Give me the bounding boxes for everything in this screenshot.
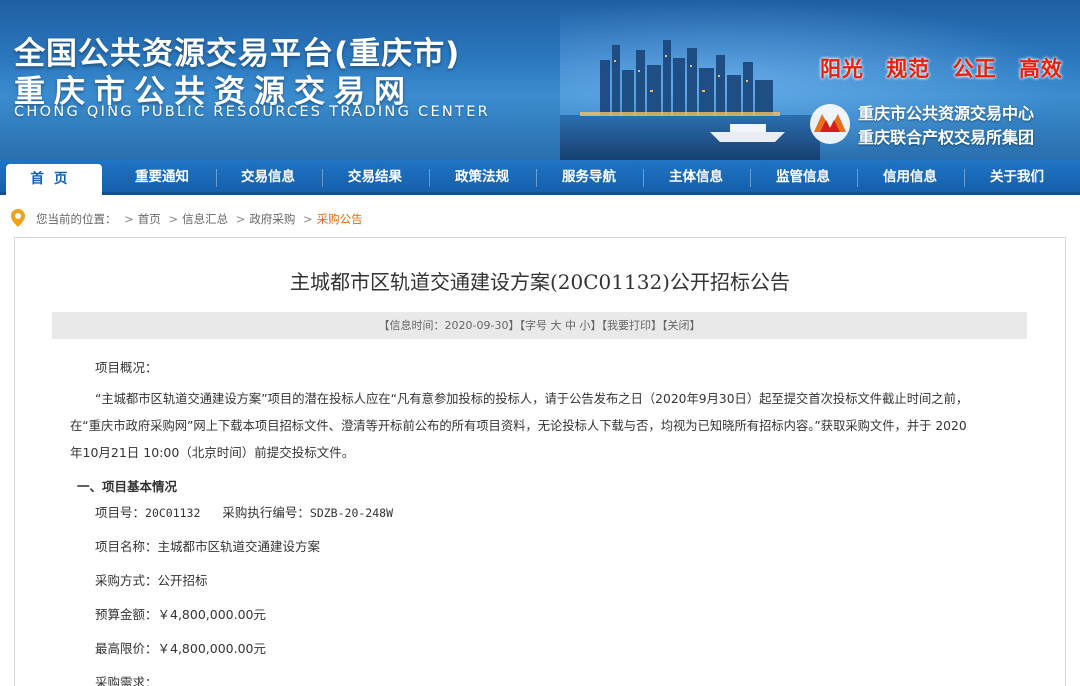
location-pin-icon [11, 209, 25, 227]
font-size-label: 【字号 [519, 319, 547, 332]
breadcrumb-prefix: 您当前的位置： [36, 212, 117, 226]
print-link[interactable]: 【我要打印】 [601, 319, 662, 332]
nav-divider [750, 169, 751, 187]
overview-paragraph-line: 在“重庆市政府采购网”网上下载本项目招标文件、澄清等开标前公布的所有项目资料，无… [70, 419, 967, 433]
nav-divider [216, 169, 217, 187]
info-time-close: 】 [508, 319, 520, 332]
nav-item-about-us[interactable]: 关于我们 [967, 160, 1067, 195]
font-size-large-link[interactable]: 大 [550, 319, 561, 332]
slogan: 阳光 规范 公正 高效 [820, 53, 1077, 83]
nav-item-policies[interactable]: 政策法规 [432, 160, 532, 195]
font-size-small-link[interactable]: 小 [579, 319, 590, 332]
exec-number-label: 采购执行编号： [222, 505, 310, 520]
nav-divider [322, 169, 323, 187]
nav-item-service-guide[interactable]: 服务导航 [539, 160, 639, 195]
close-link[interactable]: 【关闭】 [662, 319, 701, 332]
breadcrumb-link-home[interactable]: 首页 [138, 212, 161, 226]
org-name-line2: 重庆联合产权交易所集团 [858, 128, 1035, 147]
main-nav: 首页 重要通知 交易信息 交易结果 政策法规 服务导航 主体信息 监管信息 信用… [0, 160, 1080, 195]
info-time-value: 2020-09-30 [444, 319, 509, 332]
font-size-medium-link[interactable]: 中 [565, 319, 576, 332]
organization-logo-icon [810, 104, 850, 144]
nav-item-trade-info[interactable]: 交易信息 [218, 160, 318, 195]
article-info-bar: 【信息时间：2020-09-30】【字号 大 中 小】【我要打印】【关闭】 [52, 312, 1027, 339]
site-english-title: CHONG QING PUBLIC RESOURCES TRADING CENT… [14, 104, 491, 120]
breadcrumb-link-gov-procurement[interactable]: 政府采购 [249, 212, 295, 226]
overview-label: 项目概况： [95, 360, 158, 375]
info-time-label: 【信息时间： [378, 319, 445, 332]
breadcrumb-separator: > [168, 212, 179, 226]
nav-item-credit-info[interactable]: 信用信息 [860, 160, 960, 195]
city-skyline-image [560, 40, 820, 160]
breadcrumb-link-info-summary[interactable]: 信息汇总 [182, 212, 228, 226]
font-size-close: 】 [590, 319, 602, 332]
breadcrumb-current[interactable]: 采购公告 [317, 212, 363, 226]
max-price: 最高限价：￥4,800,000.00元 [95, 641, 266, 656]
overview-paragraph-line: “主城都市区轨道交通建设方案”项目的潜在投标人应在“凡有意参加投标的投标人，请于… [95, 392, 969, 406]
breadcrumb-separator: > [124, 212, 134, 226]
nav-divider [964, 169, 965, 187]
slogan-item: 规范 [886, 57, 931, 81]
project-number-row: 项目号：20C01132 采购执行编号：SDZB-20-248W [95, 502, 393, 521]
nav-divider [857, 169, 858, 187]
overview-paragraph-line: 年10月21日 10:00（北京时间）前提交投标文件。 [70, 445, 355, 460]
nav-item-home[interactable]: 首页 [6, 164, 102, 195]
slogan-item: 公正 [952, 57, 997, 81]
nav-divider [536, 169, 537, 187]
breadcrumb-separator: > [303, 212, 313, 226]
exec-number-value: SDZB-20-248W [309, 506, 393, 520]
org-name-line1: 重庆市公共资源交易中心 [858, 104, 1035, 123]
procurement-method: 采购方式：公开招标 [95, 573, 208, 588]
nav-item-trade-results[interactable]: 交易结果 [325, 160, 425, 195]
nav-item-supervision[interactable]: 监管信息 [753, 160, 853, 195]
breadcrumb-separator: > [235, 212, 246, 226]
project-name: 项目名称：主城都市区轨道交通建设方案 [95, 539, 321, 554]
slogan-item: 高效 [1018, 57, 1063, 81]
slogan-item: 阳光 [820, 57, 864, 81]
nav-divider [429, 169, 430, 187]
project-number-label: 项目号： [95, 505, 146, 520]
budget-amount: 预算金额：￥4,800,000.00元 [95, 607, 266, 622]
nav-item-notices[interactable]: 重要通知 [112, 160, 212, 195]
site-banner: 全国公共资源交易平台(重庆市) 重庆市公共资源交易网 CHONG QING PU… [0, 0, 1080, 160]
procurement-demand-label: 采购需求： [95, 675, 158, 686]
project-number-value: 20C01132 [145, 506, 201, 520]
nav-divider [643, 169, 644, 187]
article-title: 主城都市区轨道交通建设方案(20C01132)公开招标公告 [290, 270, 790, 294]
breadcrumb: 您当前的位置： > 首页 > 信息汇总 > 政府采购 > 采购公告 [0, 200, 1080, 236]
section-heading: 一、项目基本情况 [77, 479, 178, 494]
nav-item-entity-info[interactable]: 主体信息 [646, 160, 746, 195]
